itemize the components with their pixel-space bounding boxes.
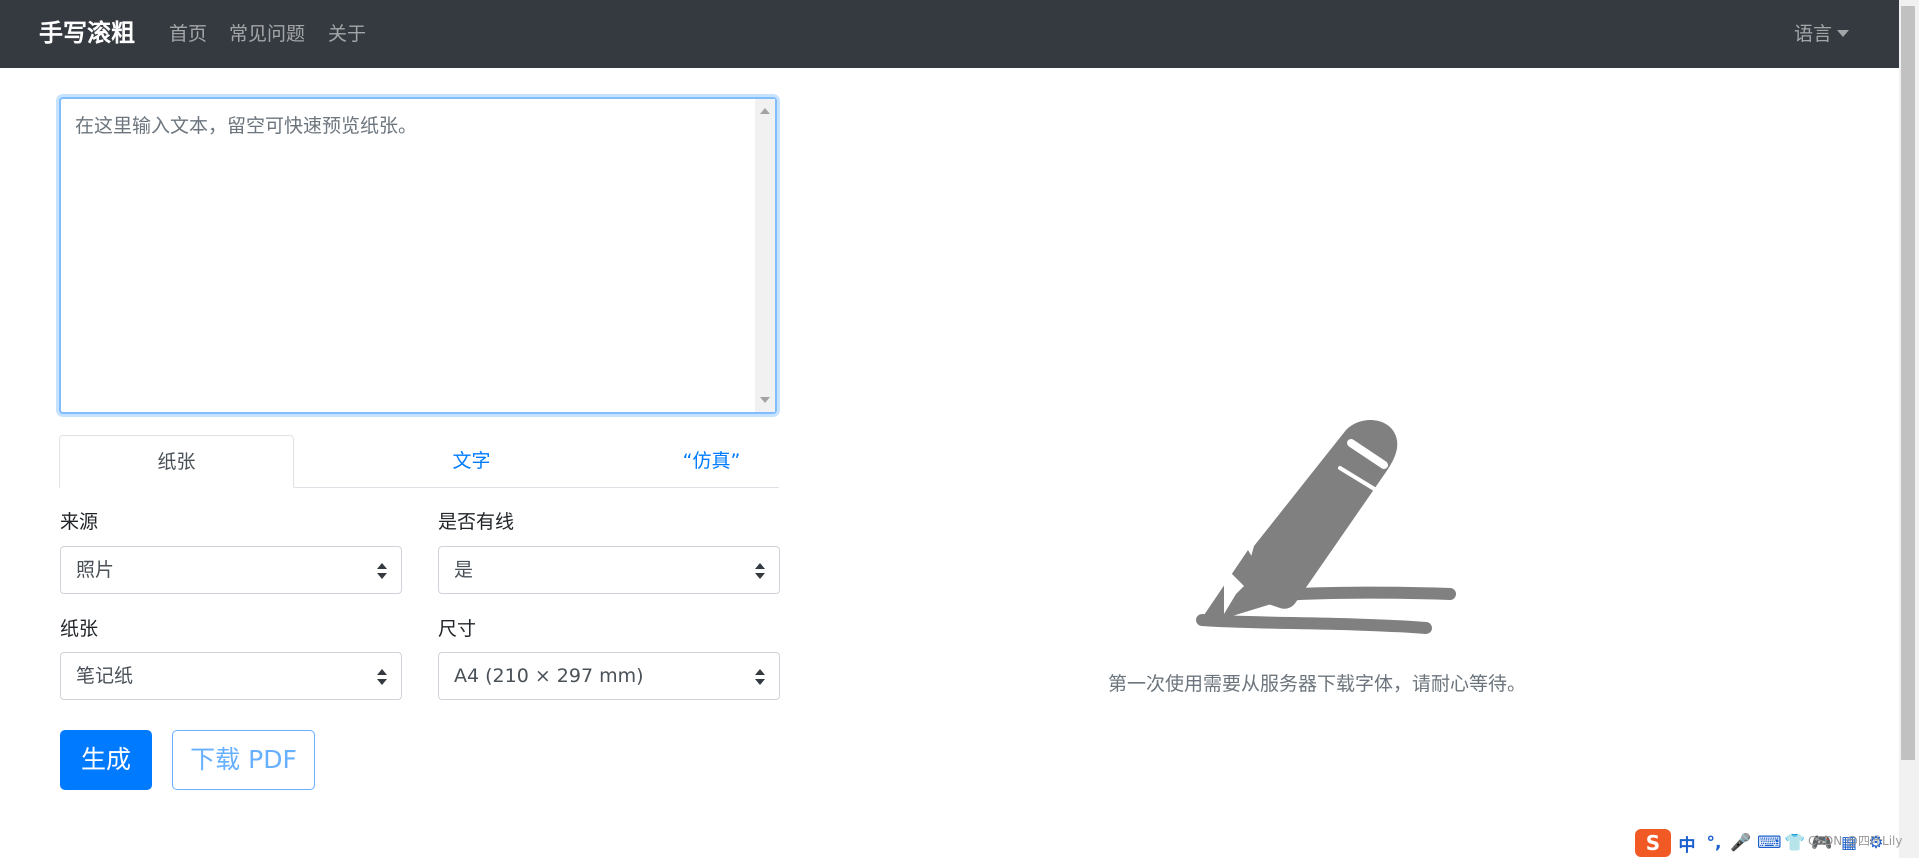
ime-skin-icon[interactable]: 👕 (1784, 833, 1806, 853)
size-select[interactable]: A4 (210 × 297 mm) (438, 652, 780, 700)
brand-logo[interactable]: 手写滚粗 (39, 16, 135, 50)
select-arrows-icon (755, 669, 765, 685)
language-dropdown[interactable]: 语言 (1794, 20, 1849, 48)
nav-link-faq[interactable]: 常见问题 (229, 20, 305, 48)
page-scrollbar-thumb[interactable] (1901, 6, 1915, 760)
ime-punctuation[interactable]: °, (1703, 833, 1725, 853)
size-value: A4 (210 × 297 mm) (454, 665, 644, 687)
nav-link-about[interactable]: 关于 (328, 20, 366, 48)
tab-text[interactable]: 文字 (354, 435, 589, 487)
scroll-up-arrow-icon[interactable] (760, 108, 770, 114)
settings-tabs: 纸张 文字 “仿真” (59, 435, 779, 488)
text-editor (59, 97, 777, 414)
source-label: 来源 (60, 511, 99, 533)
size-label: 尺寸 (438, 618, 477, 640)
watermark-text: CSDN @四叶Lily (1808, 834, 1903, 848)
sogou-logo-icon[interactable]: S (1635, 829, 1671, 857)
generate-button[interactable]: 生成 (60, 730, 152, 790)
lined-label: 是否有线 (438, 511, 515, 533)
tab-paper[interactable]: 纸张 (59, 435, 294, 488)
page-scrollbar[interactable] (1899, 0, 1919, 858)
textarea-scrollbar[interactable] (755, 99, 775, 412)
text-input[interactable] (61, 99, 751, 412)
tab-simulation[interactable]: “仿真” (594, 435, 829, 487)
nav-link-home[interactable]: 首页 (169, 20, 207, 48)
paper-value: 笔记纸 (76, 665, 134, 687)
source-value: 照片 (76, 559, 115, 581)
download-pdf-button[interactable]: 下载 PDF (172, 730, 315, 790)
loading-hint-text: 第一次使用需要从服务器下载字体，请耐心等待。 (1108, 673, 1527, 695)
language-label: 语言 (1793, 23, 1832, 45)
ime-microphone-icon[interactable]: 🎤 (1730, 833, 1752, 853)
pen-writing-icon (1196, 420, 1456, 634)
source-select[interactable]: 照片 (60, 546, 402, 594)
ime-chinese-mode[interactable]: 中 (1676, 831, 1698, 856)
select-arrows-icon (755, 563, 765, 579)
scroll-down-arrow-icon[interactable] (760, 397, 770, 403)
lined-select[interactable]: 是 (438, 546, 780, 594)
navbar: 手写滚粗 首页 常见问题 关于 语言 (0, 0, 1899, 68)
ime-keyboard-icon[interactable]: ⌨ (1757, 833, 1782, 853)
paper-label: 纸张 (60, 618, 99, 640)
caret-down-icon (1837, 30, 1849, 37)
select-arrows-icon (377, 563, 387, 579)
paper-select[interactable]: 笔记纸 (60, 652, 402, 700)
lined-value: 是 (454, 559, 474, 581)
select-arrows-icon (377, 669, 387, 685)
